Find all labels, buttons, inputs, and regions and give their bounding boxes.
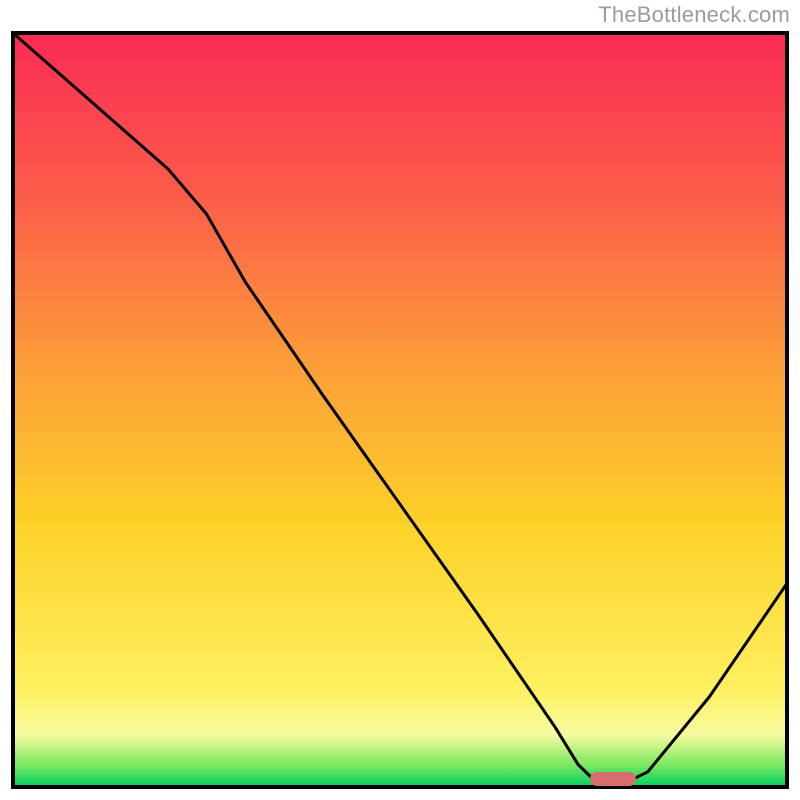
- flat-segment-marker: [590, 772, 636, 786]
- chart-container: TheBottleneck.com: [0, 0, 800, 800]
- watermark-text: TheBottleneck.com: [598, 2, 790, 28]
- bottleneck-chart: [10, 30, 790, 790]
- gradient-background: [13, 33, 787, 787]
